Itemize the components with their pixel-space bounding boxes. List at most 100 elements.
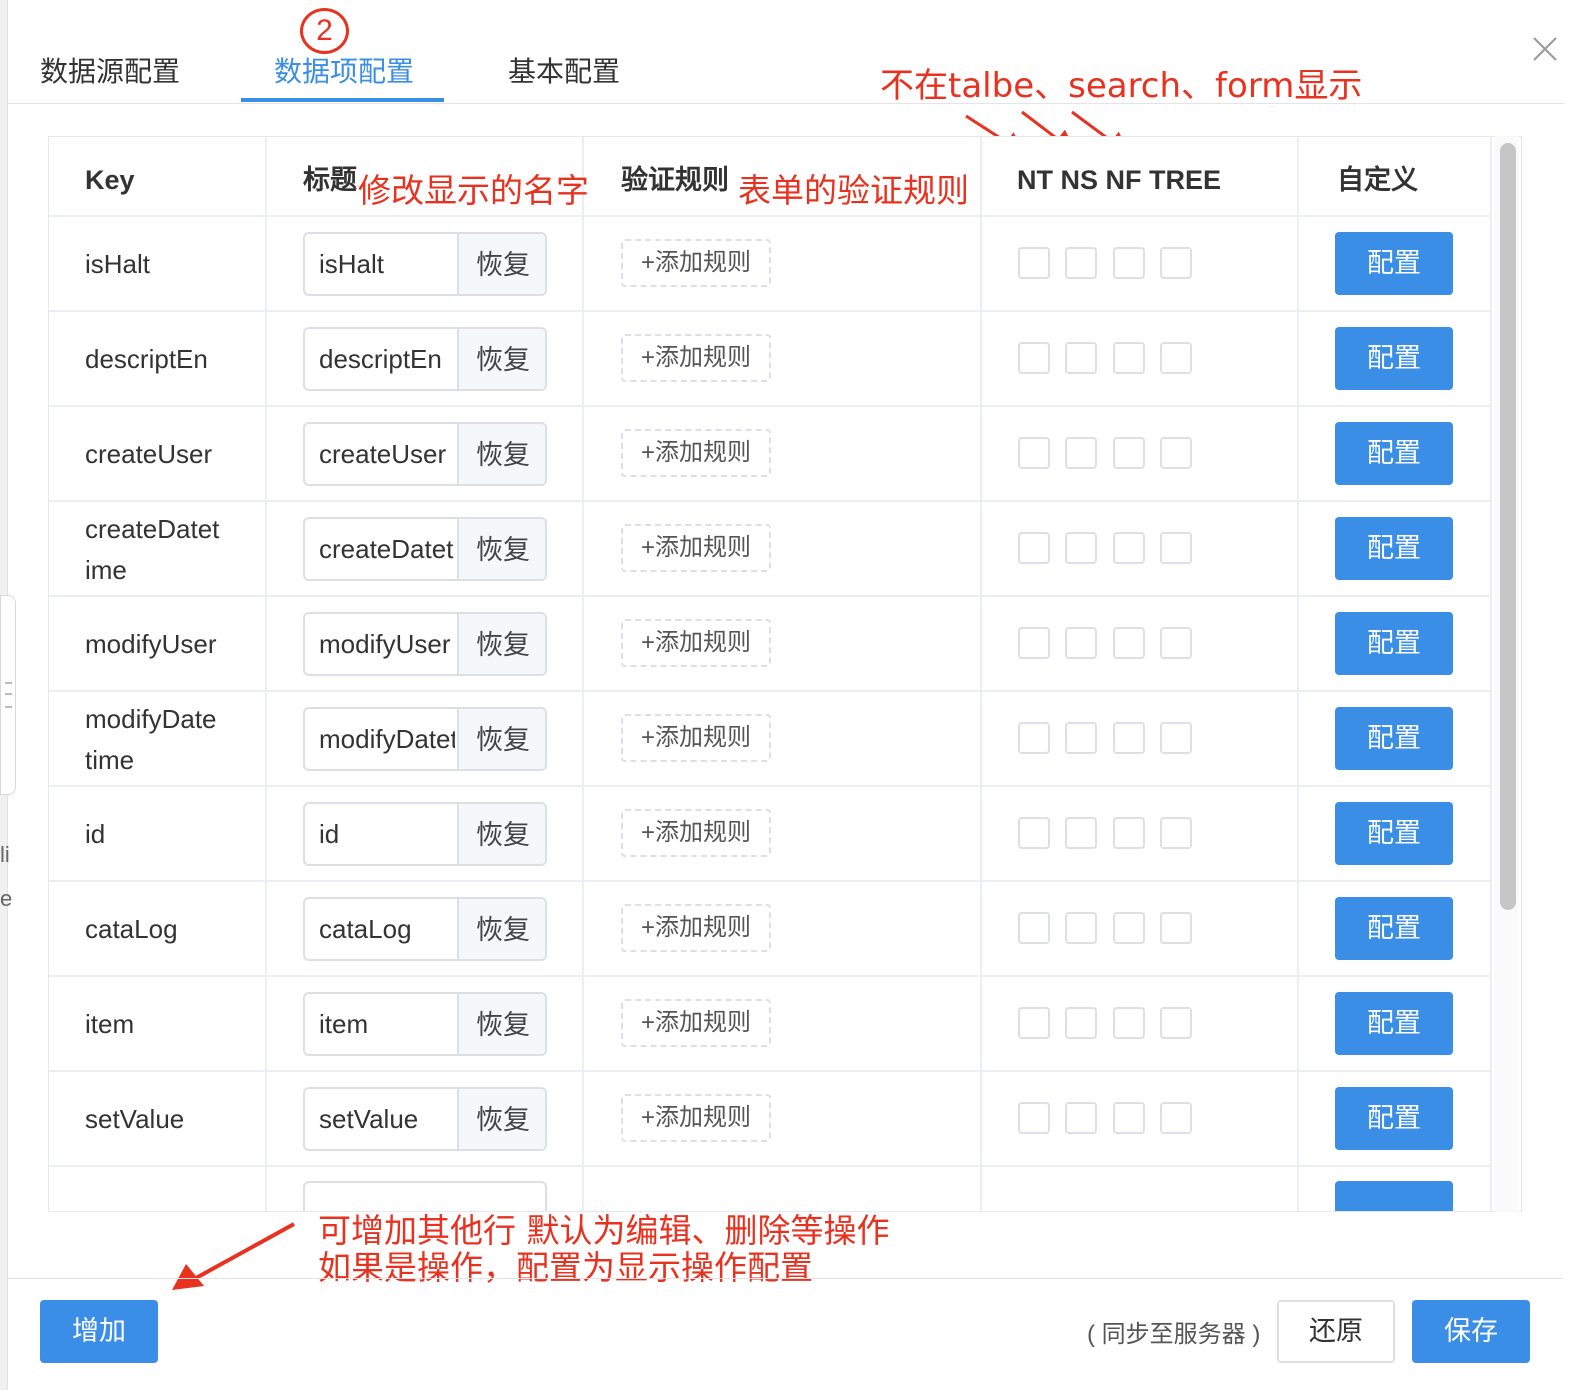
checkbox-nf[interactable] (1113, 817, 1145, 849)
add-rule-button[interactable]: +添加规则 (621, 999, 771, 1047)
title-input-value[interactable]: cataLog (319, 899, 455, 959)
checkbox-nf[interactable] (1113, 1102, 1145, 1134)
config-button[interactable]: 配置 (1335, 232, 1453, 295)
title-input[interactable]: modifyDatetime恢复 (303, 707, 547, 771)
checkbox-nt[interactable] (1018, 627, 1050, 659)
add-rule-button[interactable]: +添加规则 (621, 524, 771, 572)
title-input-value[interactable]: createUser (319, 424, 455, 484)
checkbox-ns[interactable] (1065, 912, 1097, 944)
title-input[interactable]: id 恢复 (303, 802, 547, 866)
tab-datasource-config[interactable]: 数据源配置 (40, 50, 180, 90)
title-input[interactable]: cataLog 恢复 (303, 897, 547, 961)
checkbox-nt[interactable] (1018, 1007, 1050, 1039)
save-button[interactable]: 保存 (1412, 1300, 1530, 1363)
checkbox-nt[interactable] (1018, 722, 1050, 754)
title-input-value[interactable]: modifyUser (319, 614, 455, 674)
restore-button[interactable]: 恢复 (457, 614, 545, 674)
checkbox-tree[interactable] (1160, 247, 1192, 279)
title-input[interactable]: modifyUser 恢复 (303, 612, 547, 676)
checkbox-tree[interactable] (1160, 817, 1192, 849)
checkbox-nf[interactable] (1113, 437, 1145, 469)
title-input[interactable]: item 恢复 (303, 992, 547, 1056)
checkbox-tree[interactable] (1160, 627, 1192, 659)
checkbox-nf[interactable] (1113, 722, 1145, 754)
title-input-value[interactable]: isHalt (319, 234, 455, 294)
checkbox-nt[interactable] (1018, 437, 1050, 469)
checkbox-tree[interactable] (1160, 532, 1192, 564)
config-button[interactable]: 配置 (1335, 707, 1453, 770)
config-button[interactable]: 配置 (1335, 897, 1453, 960)
drag-handle[interactable] (0, 595, 16, 795)
add-rule-button[interactable]: +添加规则 (621, 1094, 771, 1142)
config-button[interactable]: 配置 (1335, 992, 1453, 1055)
checkbox-nf[interactable] (1113, 912, 1145, 944)
tab-data-item-config[interactable]: 数据项配置 (274, 50, 414, 90)
checkbox-nt[interactable] (1018, 817, 1050, 849)
checkbox-nt[interactable] (1018, 1102, 1050, 1134)
close-icon[interactable] (1530, 34, 1560, 64)
restore-button[interactable]: 恢复 (457, 329, 545, 389)
title-input[interactable]: isHalt 恢复 (303, 232, 547, 296)
checkbox-tree[interactable] (1160, 722, 1192, 754)
add-rule-button[interactable]: +添加规则 (621, 429, 771, 477)
checkbox-tree[interactable] (1160, 342, 1192, 374)
restore-button[interactable]: 恢复 (457, 234, 545, 294)
title-input-value[interactable]: id (319, 804, 455, 864)
title-input-value[interactable]: item (319, 994, 455, 1054)
add-row-button[interactable]: 增加 (40, 1300, 158, 1363)
checkbox-ns[interactable] (1065, 817, 1097, 849)
checkbox-ns[interactable] (1065, 437, 1097, 469)
checkbox-ns[interactable] (1065, 627, 1097, 659)
table-scrollbar[interactable] (1500, 143, 1516, 910)
checkbox-tree[interactable] (1160, 912, 1192, 944)
restore-button[interactable]: 恢复 (457, 804, 545, 864)
checkbox-ns[interactable] (1065, 532, 1097, 564)
checkbox-nt[interactable] (1018, 532, 1050, 564)
restore-button[interactable]: 恢复 (457, 994, 545, 1054)
checkbox-tree[interactable] (1160, 1102, 1192, 1134)
checkbox-ns[interactable] (1065, 247, 1097, 279)
checkbox-ns[interactable] (1065, 1102, 1097, 1134)
checkbox-nf[interactable] (1113, 627, 1145, 659)
config-button[interactable]: 配置 (1335, 612, 1453, 675)
add-rule-button[interactable]: +添加规则 (621, 334, 771, 382)
checkbox-nt[interactable] (1018, 342, 1050, 374)
title-input[interactable]: descriptEn 恢复 (303, 327, 547, 391)
reset-button[interactable]: 还原 (1277, 1300, 1395, 1363)
checkbox-tree[interactable] (1160, 437, 1192, 469)
title-input-value[interactable]: descriptEn (319, 329, 455, 389)
config-button[interactable]: 配置 (1335, 422, 1453, 485)
title-input[interactable]: createDatetime恢复 (303, 517, 547, 581)
restore-button[interactable]: 恢复 (457, 899, 545, 959)
checkbox-nt[interactable] (1018, 247, 1050, 279)
title-input-value[interactable]: modifyDatetime (319, 709, 455, 769)
config-button[interactable]: 配置 (1335, 802, 1453, 865)
restore-button[interactable]: 恢复 (457, 709, 545, 769)
add-rule-button[interactable]: +添加规则 (621, 714, 771, 762)
title-input-value[interactable]: setValue (319, 1089, 455, 1149)
config-button[interactable]: 配置 (1335, 1087, 1453, 1150)
checkbox-nf[interactable] (1113, 342, 1145, 374)
restore-button[interactable]: 恢复 (457, 424, 545, 484)
checkbox-nf[interactable] (1113, 1007, 1145, 1039)
row-key: id (85, 819, 106, 849)
tab-basic-config[interactable]: 基本配置 (508, 50, 620, 90)
add-rule-button[interactable]: +添加规则 (621, 809, 771, 857)
config-button[interactable]: 配置 (1335, 327, 1453, 390)
restore-button[interactable]: 恢复 (457, 1089, 545, 1149)
checkbox-ns[interactable] (1065, 342, 1097, 374)
checkbox-tree[interactable] (1160, 1007, 1192, 1039)
checkbox-nf[interactable] (1113, 247, 1145, 279)
checkbox-ns[interactable] (1065, 722, 1097, 754)
config-button[interactable]: 配置 (1335, 517, 1453, 580)
title-input[interactable]: createUser 恢复 (303, 422, 547, 486)
title-input-value[interactable]: createDatetime (319, 519, 455, 579)
add-rule-button[interactable]: +添加规则 (621, 239, 771, 287)
add-rule-button[interactable]: +添加规则 (621, 619, 771, 667)
title-input[interactable]: setValue 恢复 (303, 1087, 547, 1151)
checkbox-nt[interactable] (1018, 912, 1050, 944)
add-rule-button[interactable]: +添加规则 (621, 904, 771, 952)
checkbox-nf[interactable] (1113, 532, 1145, 564)
restore-button[interactable]: 恢复 (457, 519, 545, 579)
checkbox-ns[interactable] (1065, 1007, 1097, 1039)
